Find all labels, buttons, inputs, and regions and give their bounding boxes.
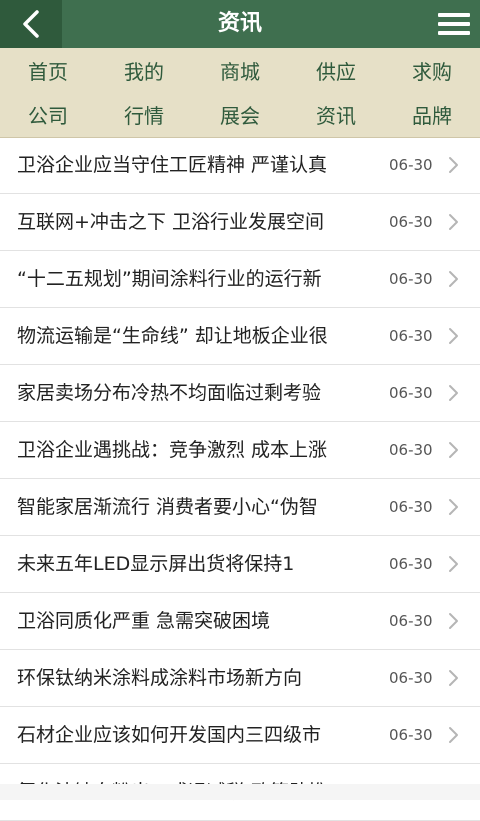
nav-item-purchase[interactable]: 求购 bbox=[384, 48, 480, 92]
news-title: 环保钛纳米涂料成涂料市场新方向 bbox=[17, 667, 303, 689]
news-item[interactable]: 石材企业应该如何开发国内三四级市 06-30 bbox=[0, 707, 480, 764]
nav-item-supply[interactable]: 供应 bbox=[288, 48, 384, 92]
chevron-right-icon bbox=[449, 670, 458, 686]
chevron-right-icon bbox=[449, 271, 458, 287]
menu-button[interactable] bbox=[438, 8, 470, 40]
news-title: 未来五年LED显示屏出货将保持1 bbox=[17, 553, 295, 575]
news-item[interactable]: 智能家居渐流行 消费者要小心“伪智 06-30 bbox=[0, 479, 480, 536]
news-date: 06-30 bbox=[389, 270, 433, 288]
news-title: 石材企业应该如何开发国内三四级市 bbox=[17, 724, 322, 746]
news-title: 智能家居渐流行 消费者要小心“伪智 bbox=[17, 496, 318, 518]
news-date: 06-30 bbox=[389, 498, 433, 516]
top-bar: 资讯 bbox=[0, 0, 480, 48]
chevron-right-icon bbox=[449, 385, 458, 401]
news-title: 家居卖场分布冷热不均面临过剩考验 bbox=[17, 382, 322, 404]
news-date: 06-30 bbox=[389, 441, 433, 459]
page-title: 资讯 bbox=[217, 11, 262, 36]
chevron-right-icon bbox=[449, 442, 458, 458]
nav-item-news[interactable]: 资讯 bbox=[288, 92, 384, 136]
chevron-right-icon bbox=[449, 613, 458, 629]
news-item[interactable]: 物流运输是“生命线” 却让地板企业很 06-30 bbox=[0, 308, 480, 365]
news-item[interactable]: 环保钛纳米涂料成涂料市场新方向 06-30 bbox=[0, 650, 480, 707]
news-item[interactable]: 未来五年LED显示屏出货将保持1 06-30 bbox=[0, 536, 480, 593]
nav-item-brand[interactable]: 品牌 bbox=[384, 92, 480, 136]
news-date: 06-30 bbox=[389, 669, 433, 687]
nav-row-2: 公司 行情 展会 资讯 品牌 bbox=[0, 92, 480, 136]
nav-row-1: 首页 我的 商城 供应 求购 bbox=[0, 48, 480, 92]
news-title: “十二五规划”期间涂料行业的运行新 bbox=[17, 268, 322, 290]
nav-item-mine[interactable]: 我的 bbox=[96, 48, 192, 92]
chevron-right-icon bbox=[449, 157, 458, 173]
news-date: 06-30 bbox=[389, 612, 433, 630]
news-title: 卫浴企业应当守住工匠精神 严谨认真 bbox=[17, 154, 328, 176]
news-date: 06-30 bbox=[389, 555, 433, 573]
news-item[interactable]: 卫浴企业遇挑战：竞争激烈 成本上涨 06-30 bbox=[0, 422, 480, 479]
bottom-edge bbox=[0, 784, 480, 800]
news-date: 06-30 bbox=[389, 726, 433, 744]
nav-item-exhibition[interactable]: 展会 bbox=[192, 92, 288, 136]
news-date: 06-30 bbox=[389, 384, 433, 402]
chevron-right-icon bbox=[449, 214, 458, 230]
chevron-right-icon bbox=[449, 556, 458, 572]
news-date: 06-30 bbox=[389, 327, 433, 345]
news-date: 06-30 bbox=[389, 213, 433, 231]
news-item[interactable]: 家居卖场分布冷热不均面临过剩考验 06-30 bbox=[0, 365, 480, 422]
category-nav: 首页 我的 商城 供应 求购 公司 行情 展会 资讯 品牌 bbox=[0, 48, 480, 138]
news-item[interactable]: “十二五规划”期间涂料行业的运行新 06-30 bbox=[0, 251, 480, 308]
news-title: 卫浴企业遇挑战：竞争激烈 成本上涨 bbox=[17, 439, 328, 461]
news-title: 互联网+冲击之下 卫浴行业发展空间 bbox=[17, 211, 324, 233]
nav-item-company[interactable]: 公司 bbox=[0, 92, 96, 136]
news-item[interactable]: 卫浴同质化严重 急需突破困境 06-30 bbox=[0, 593, 480, 650]
nav-item-market[interactable]: 行情 bbox=[96, 92, 192, 136]
chevron-right-icon bbox=[449, 727, 458, 743]
chevron-right-icon bbox=[449, 499, 458, 515]
news-date: 06-30 bbox=[389, 156, 433, 174]
news-list: 卫浴企业应当守住工匠精神 严谨认真 06-30 互联网+冲击之下 卫浴行业发展空间 0… bbox=[0, 137, 480, 821]
news-title: 卫浴同质化严重 急需突破困境 bbox=[17, 610, 271, 632]
menu-icon bbox=[438, 13, 470, 17]
chevron-right-icon bbox=[449, 328, 458, 344]
news-item[interactable]: 卫浴企业应当守住工匠精神 严谨认真 06-30 bbox=[0, 137, 480, 194]
nav-item-mall[interactable]: 商城 bbox=[192, 48, 288, 92]
nav-item-home[interactable]: 首页 bbox=[0, 48, 96, 92]
news-item[interactable]: 互联网+冲击之下 卫浴行业发展空间 06-30 bbox=[0, 194, 480, 251]
news-title: 物流运输是“生命线” 却让地板企业很 bbox=[17, 325, 328, 347]
